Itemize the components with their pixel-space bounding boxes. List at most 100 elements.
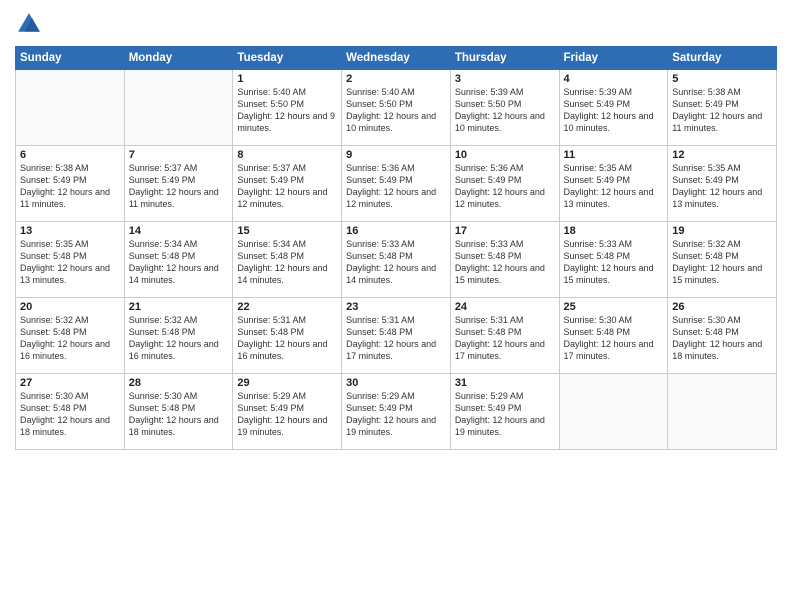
col-header-sunday: Sunday bbox=[16, 47, 125, 70]
day-number: 8 bbox=[237, 149, 337, 161]
day-info: Sunrise: 5:32 AM Sunset: 5:48 PM Dayligh… bbox=[672, 238, 772, 287]
day-number: 4 bbox=[564, 73, 664, 85]
day-number: 18 bbox=[564, 225, 664, 237]
calendar-cell: 3Sunrise: 5:39 AM Sunset: 5:50 PM Daylig… bbox=[450, 70, 559, 146]
day-number: 29 bbox=[237, 377, 337, 389]
calendar-cell: 8Sunrise: 5:37 AM Sunset: 5:49 PM Daylig… bbox=[233, 146, 342, 222]
col-header-thursday: Thursday bbox=[450, 47, 559, 70]
day-number: 5 bbox=[672, 73, 772, 85]
day-info: Sunrise: 5:37 AM Sunset: 5:49 PM Dayligh… bbox=[129, 162, 229, 211]
calendar-cell bbox=[559, 374, 668, 450]
logo bbox=[15, 10, 47, 38]
calendar-cell: 16Sunrise: 5:33 AM Sunset: 5:48 PM Dayli… bbox=[342, 222, 451, 298]
day-number: 20 bbox=[20, 301, 120, 313]
day-number: 28 bbox=[129, 377, 229, 389]
day-info: Sunrise: 5:35 AM Sunset: 5:49 PM Dayligh… bbox=[564, 162, 664, 211]
calendar-cell: 22Sunrise: 5:31 AM Sunset: 5:48 PM Dayli… bbox=[233, 298, 342, 374]
day-info: Sunrise: 5:30 AM Sunset: 5:48 PM Dayligh… bbox=[672, 314, 772, 363]
day-number: 24 bbox=[455, 301, 555, 313]
day-info: Sunrise: 5:32 AM Sunset: 5:48 PM Dayligh… bbox=[129, 314, 229, 363]
calendar-cell: 28Sunrise: 5:30 AM Sunset: 5:48 PM Dayli… bbox=[124, 374, 233, 450]
calendar-cell: 5Sunrise: 5:38 AM Sunset: 5:49 PM Daylig… bbox=[668, 70, 777, 146]
calendar-cell: 6Sunrise: 5:38 AM Sunset: 5:49 PM Daylig… bbox=[16, 146, 125, 222]
day-number: 16 bbox=[346, 225, 446, 237]
calendar-cell: 11Sunrise: 5:35 AM Sunset: 5:49 PM Dayli… bbox=[559, 146, 668, 222]
col-header-friday: Friday bbox=[559, 47, 668, 70]
day-info: Sunrise: 5:30 AM Sunset: 5:48 PM Dayligh… bbox=[20, 390, 120, 439]
calendar-cell: 29Sunrise: 5:29 AM Sunset: 5:49 PM Dayli… bbox=[233, 374, 342, 450]
day-info: Sunrise: 5:34 AM Sunset: 5:48 PM Dayligh… bbox=[237, 238, 337, 287]
calendar-cell: 7Sunrise: 5:37 AM Sunset: 5:49 PM Daylig… bbox=[124, 146, 233, 222]
day-number: 1 bbox=[237, 73, 337, 85]
calendar-cell: 25Sunrise: 5:30 AM Sunset: 5:48 PM Dayli… bbox=[559, 298, 668, 374]
calendar-cell: 2Sunrise: 5:40 AM Sunset: 5:50 PM Daylig… bbox=[342, 70, 451, 146]
day-number: 2 bbox=[346, 73, 446, 85]
calendar-table: SundayMondayTuesdayWednesdayThursdayFrid… bbox=[15, 46, 777, 450]
day-info: Sunrise: 5:38 AM Sunset: 5:49 PM Dayligh… bbox=[20, 162, 120, 211]
calendar-week-3: 20Sunrise: 5:32 AM Sunset: 5:48 PM Dayli… bbox=[16, 298, 777, 374]
col-header-saturday: Saturday bbox=[668, 47, 777, 70]
calendar-week-1: 6Sunrise: 5:38 AM Sunset: 5:49 PM Daylig… bbox=[16, 146, 777, 222]
day-info: Sunrise: 5:29 AM Sunset: 5:49 PM Dayligh… bbox=[455, 390, 555, 439]
calendar-cell: 15Sunrise: 5:34 AM Sunset: 5:48 PM Dayli… bbox=[233, 222, 342, 298]
day-info: Sunrise: 5:29 AM Sunset: 5:49 PM Dayligh… bbox=[346, 390, 446, 439]
day-info: Sunrise: 5:29 AM Sunset: 5:49 PM Dayligh… bbox=[237, 390, 337, 439]
day-number: 30 bbox=[346, 377, 446, 389]
day-number: 17 bbox=[455, 225, 555, 237]
day-info: Sunrise: 5:36 AM Sunset: 5:49 PM Dayligh… bbox=[346, 162, 446, 211]
calendar-cell: 18Sunrise: 5:33 AM Sunset: 5:48 PM Dayli… bbox=[559, 222, 668, 298]
day-info: Sunrise: 5:36 AM Sunset: 5:49 PM Dayligh… bbox=[455, 162, 555, 211]
calendar-cell: 27Sunrise: 5:30 AM Sunset: 5:48 PM Dayli… bbox=[16, 374, 125, 450]
day-info: Sunrise: 5:35 AM Sunset: 5:48 PM Dayligh… bbox=[20, 238, 120, 287]
calendar-cell: 10Sunrise: 5:36 AM Sunset: 5:49 PM Dayli… bbox=[450, 146, 559, 222]
calendar-cell bbox=[668, 374, 777, 450]
day-info: Sunrise: 5:31 AM Sunset: 5:48 PM Dayligh… bbox=[346, 314, 446, 363]
calendar-cell: 9Sunrise: 5:36 AM Sunset: 5:49 PM Daylig… bbox=[342, 146, 451, 222]
calendar-cell: 4Sunrise: 5:39 AM Sunset: 5:49 PM Daylig… bbox=[559, 70, 668, 146]
day-number: 22 bbox=[237, 301, 337, 313]
calendar-cell: 30Sunrise: 5:29 AM Sunset: 5:49 PM Dayli… bbox=[342, 374, 451, 450]
day-info: Sunrise: 5:30 AM Sunset: 5:48 PM Dayligh… bbox=[129, 390, 229, 439]
calendar-week-4: 27Sunrise: 5:30 AM Sunset: 5:48 PM Dayli… bbox=[16, 374, 777, 450]
day-number: 3 bbox=[455, 73, 555, 85]
col-header-tuesday: Tuesday bbox=[233, 47, 342, 70]
day-number: 10 bbox=[455, 149, 555, 161]
calendar-cell: 20Sunrise: 5:32 AM Sunset: 5:48 PM Dayli… bbox=[16, 298, 125, 374]
calendar-cell: 23Sunrise: 5:31 AM Sunset: 5:48 PM Dayli… bbox=[342, 298, 451, 374]
calendar-cell: 12Sunrise: 5:35 AM Sunset: 5:49 PM Dayli… bbox=[668, 146, 777, 222]
header bbox=[15, 10, 777, 38]
day-number: 31 bbox=[455, 377, 555, 389]
day-info: Sunrise: 5:38 AM Sunset: 5:49 PM Dayligh… bbox=[672, 86, 772, 135]
day-info: Sunrise: 5:33 AM Sunset: 5:48 PM Dayligh… bbox=[455, 238, 555, 287]
calendar-cell: 17Sunrise: 5:33 AM Sunset: 5:48 PM Dayli… bbox=[450, 222, 559, 298]
calendar-cell: 24Sunrise: 5:31 AM Sunset: 5:48 PM Dayli… bbox=[450, 298, 559, 374]
calendar-cell: 1Sunrise: 5:40 AM Sunset: 5:50 PM Daylig… bbox=[233, 70, 342, 146]
day-info: Sunrise: 5:31 AM Sunset: 5:48 PM Dayligh… bbox=[237, 314, 337, 363]
calendar-week-0: 1Sunrise: 5:40 AM Sunset: 5:50 PM Daylig… bbox=[16, 70, 777, 146]
day-info: Sunrise: 5:40 AM Sunset: 5:50 PM Dayligh… bbox=[346, 86, 446, 135]
day-number: 26 bbox=[672, 301, 772, 313]
day-info: Sunrise: 5:40 AM Sunset: 5:50 PM Dayligh… bbox=[237, 86, 337, 135]
day-info: Sunrise: 5:33 AM Sunset: 5:48 PM Dayligh… bbox=[564, 238, 664, 287]
col-header-monday: Monday bbox=[124, 47, 233, 70]
calendar-cell: 21Sunrise: 5:32 AM Sunset: 5:48 PM Dayli… bbox=[124, 298, 233, 374]
calendar-cell: 31Sunrise: 5:29 AM Sunset: 5:49 PM Dayli… bbox=[450, 374, 559, 450]
day-number: 21 bbox=[129, 301, 229, 313]
calendar-cell: 26Sunrise: 5:30 AM Sunset: 5:48 PM Dayli… bbox=[668, 298, 777, 374]
day-info: Sunrise: 5:33 AM Sunset: 5:48 PM Dayligh… bbox=[346, 238, 446, 287]
day-info: Sunrise: 5:30 AM Sunset: 5:48 PM Dayligh… bbox=[564, 314, 664, 363]
day-info: Sunrise: 5:37 AM Sunset: 5:49 PM Dayligh… bbox=[237, 162, 337, 211]
calendar-cell bbox=[16, 70, 125, 146]
calendar-cell bbox=[124, 70, 233, 146]
day-number: 7 bbox=[129, 149, 229, 161]
day-number: 25 bbox=[564, 301, 664, 313]
calendar-cell: 14Sunrise: 5:34 AM Sunset: 5:48 PM Dayli… bbox=[124, 222, 233, 298]
calendar-cell: 19Sunrise: 5:32 AM Sunset: 5:48 PM Dayli… bbox=[668, 222, 777, 298]
day-number: 9 bbox=[346, 149, 446, 161]
day-number: 15 bbox=[237, 225, 337, 237]
calendar-week-2: 13Sunrise: 5:35 AM Sunset: 5:48 PM Dayli… bbox=[16, 222, 777, 298]
day-info: Sunrise: 5:32 AM Sunset: 5:48 PM Dayligh… bbox=[20, 314, 120, 363]
day-info: Sunrise: 5:31 AM Sunset: 5:48 PM Dayligh… bbox=[455, 314, 555, 363]
day-number: 27 bbox=[20, 377, 120, 389]
day-number: 14 bbox=[129, 225, 229, 237]
